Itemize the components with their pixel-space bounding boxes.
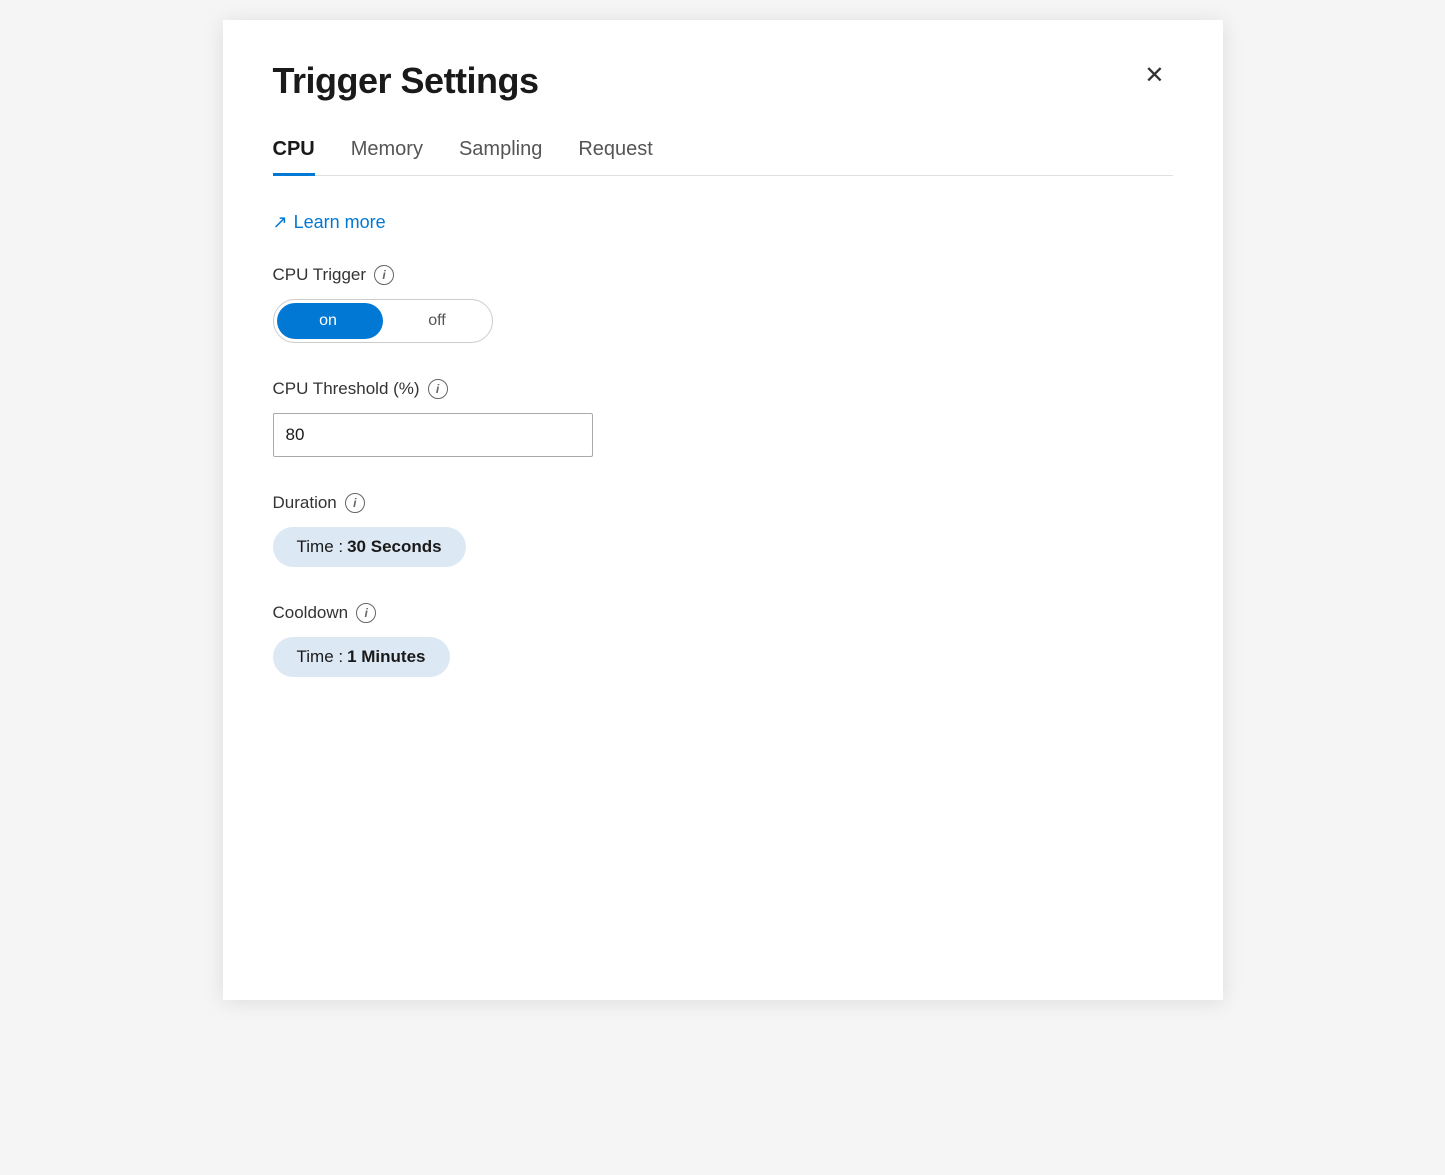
- cooldown-time-pill[interactable]: Time : 1 Minutes: [273, 637, 450, 677]
- toggle-on-option[interactable]: on: [274, 300, 383, 342]
- duration-time-value: 30 Seconds: [347, 537, 442, 557]
- duration-time-label: Time :: [297, 537, 344, 557]
- cpu-threshold-label-row: CPU Threshold (%) i: [273, 379, 1173, 399]
- cpu-trigger-label-row: CPU Trigger i: [273, 265, 1173, 285]
- cpu-trigger-section: CPU Trigger i on off: [273, 265, 1173, 343]
- tab-memory[interactable]: Memory: [351, 138, 423, 176]
- learn-more-link[interactable]: ↗ Learn more: [273, 212, 386, 233]
- trigger-settings-dialog: Trigger Settings ✕ CPU Memory Sampling R…: [223, 20, 1223, 1000]
- cooldown-label: Cooldown: [273, 603, 349, 623]
- tab-sampling[interactable]: Sampling: [459, 138, 542, 176]
- duration-label-row: Duration i: [273, 493, 1173, 513]
- duration-section: Duration i Time : 30 Seconds: [273, 493, 1173, 567]
- tabs-container: CPU Memory Sampling Request: [273, 138, 1173, 176]
- duration-label: Duration: [273, 493, 337, 513]
- dialog-title: Trigger Settings: [273, 60, 539, 102]
- cooldown-time-value: 1 Minutes: [347, 647, 425, 667]
- cpu-trigger-toggle[interactable]: on off: [273, 299, 493, 343]
- cpu-threshold-input[interactable]: [273, 413, 593, 457]
- cpu-threshold-label: CPU Threshold (%): [273, 379, 420, 399]
- cooldown-info-icon[interactable]: i: [356, 603, 376, 623]
- cooldown-section: Cooldown i Time : 1 Minutes: [273, 603, 1173, 677]
- cpu-threshold-section: CPU Threshold (%) i: [273, 379, 1173, 457]
- tab-cpu[interactable]: CPU: [273, 138, 315, 176]
- close-button[interactable]: ✕: [1136, 60, 1172, 92]
- cpu-trigger-label: CPU Trigger: [273, 265, 367, 285]
- dialog-header: Trigger Settings ✕: [273, 60, 1173, 102]
- cpu-threshold-info-icon[interactable]: i: [428, 379, 448, 399]
- external-link-icon: ↗: [273, 212, 288, 233]
- learn-more-text: Learn more: [294, 212, 386, 233]
- toggle-off-option[interactable]: off: [383, 300, 492, 342]
- cooldown-time-label: Time :: [297, 647, 344, 667]
- duration-time-pill[interactable]: Time : 30 Seconds: [273, 527, 466, 567]
- cpu-trigger-info-icon[interactable]: i: [374, 265, 394, 285]
- cooldown-label-row: Cooldown i: [273, 603, 1173, 623]
- duration-info-icon[interactable]: i: [345, 493, 365, 513]
- tab-request[interactable]: Request: [578, 138, 653, 176]
